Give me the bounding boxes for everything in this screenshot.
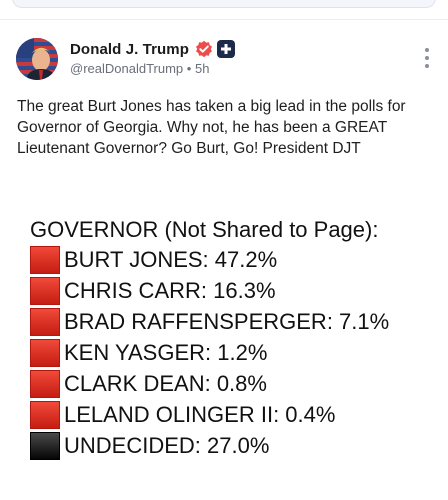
poll-image: GOVERNOR (Not Shared to Page): BURT JONE… bbox=[30, 216, 440, 461]
poll-row-label: LELAND OLINGER II: 0.4% bbox=[64, 402, 336, 427]
poll-row: CHRIS CARR: 16.3% bbox=[30, 276, 440, 306]
poll-row-label: CHRIS CARR: 16.3% bbox=[64, 278, 276, 303]
more-options-icon[interactable] bbox=[420, 46, 434, 70]
post-time[interactable]: 5h bbox=[195, 61, 209, 76]
author-name[interactable]: Donald J. Trump bbox=[70, 41, 189, 58]
top-input-edge[interactable] bbox=[12, 0, 436, 8]
author-meta: @realDonaldTrump • 5h bbox=[70, 61, 209, 76]
top-bar bbox=[0, 0, 448, 20]
poll-row: LELAND OLINGER II: 0.4% bbox=[30, 400, 440, 430]
poll-row-label: CLARK DEAN: 0.8% bbox=[64, 371, 267, 396]
poll-row: KEN YASGER: 1.2% bbox=[30, 338, 440, 368]
red-square-icon bbox=[30, 246, 60, 274]
poll-row: CLARK DEAN: 0.8% bbox=[30, 369, 440, 399]
author-name-row: Donald J. Trump bbox=[70, 38, 236, 60]
post-text: The great Burt Jones has taken a big lea… bbox=[17, 98, 406, 157]
verified-badge-icon bbox=[196, 40, 213, 58]
author-handle[interactable]: @realDonaldTrump bbox=[70, 61, 183, 76]
red-square-icon bbox=[30, 308, 60, 336]
black-square-icon bbox=[30, 432, 60, 460]
top-divider bbox=[0, 19, 448, 20]
red-square-icon bbox=[30, 370, 60, 398]
poll-row: UNDECIDED: 27.0% bbox=[30, 431, 440, 461]
post-header: Donald J. Trump @realDonaldTrump • 5h bbox=[14, 34, 434, 82]
plus-badge-icon bbox=[217, 40, 236, 58]
poll-row: BURT JONES: 47.2% bbox=[30, 245, 440, 275]
poll-row: BRAD RAFFENSPERGER: 7.1% bbox=[30, 307, 440, 337]
poll-row-label: BRAD RAFFENSPERGER: 7.1% bbox=[64, 309, 390, 334]
red-square-icon bbox=[30, 339, 60, 367]
avatar[interactable] bbox=[16, 38, 58, 80]
avatar-image bbox=[16, 38, 58, 80]
meta-separator: • bbox=[186, 61, 192, 76]
poll-row-label: BURT JONES: 47.2% bbox=[64, 247, 278, 272]
red-square-icon bbox=[30, 277, 60, 305]
red-square-icon bbox=[30, 401, 60, 429]
poll-row-label: KEN YASGER: 1.2% bbox=[64, 340, 268, 365]
poll-row-label: UNDECIDED: 27.0% bbox=[64, 433, 270, 458]
poll-title: GOVERNOR (Not Shared to Page): bbox=[30, 217, 379, 242]
